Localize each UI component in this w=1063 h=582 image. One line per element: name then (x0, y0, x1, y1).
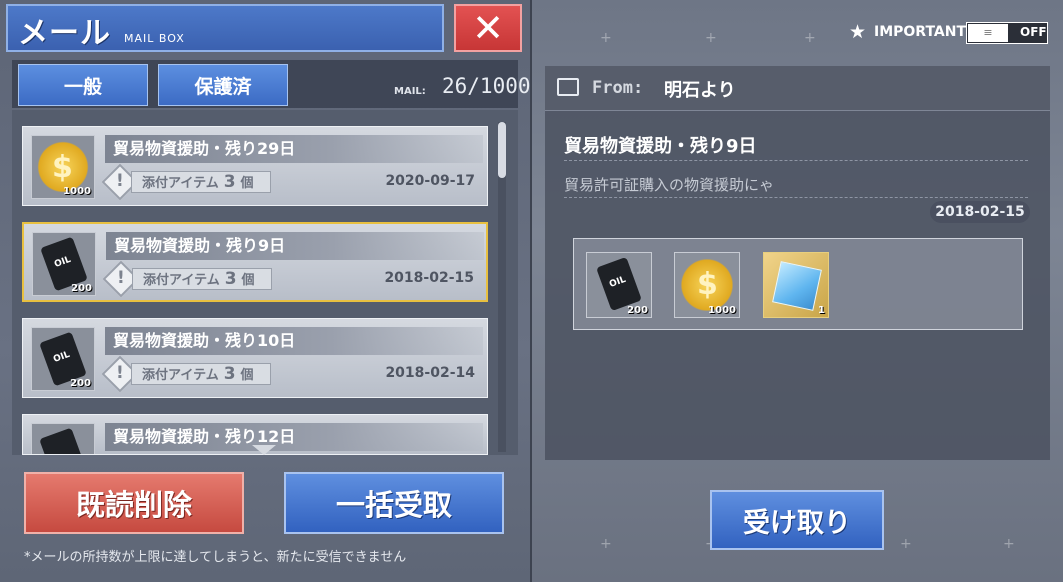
mail-header: メール MAIL BOX (6, 4, 444, 52)
reward-oil-barrel-icon[interactable]: OIL 200 (586, 252, 652, 318)
attachment-info: 添付アイテム 3 個 (131, 171, 271, 193)
exclamation-icon: ! (116, 363, 124, 383)
barrel-shape (39, 427, 87, 454)
bg-plus: + (900, 536, 912, 552)
bg-plus: + (1003, 536, 1015, 552)
claim-button[interactable]: 受け取り (710, 490, 884, 550)
divider (564, 197, 1028, 198)
detail-date: 2018-02-15 (930, 201, 1030, 223)
attachment-info: 添付アイテム 3 個 (132, 268, 272, 290)
cube-shape (772, 261, 822, 311)
mail-title: 貿易物資援助・残り29日 (105, 135, 483, 163)
attach-label: 添付アイテム (143, 273, 220, 288)
attachment-info: 添付アイテム 3 個 (131, 363, 271, 385)
thumb-count: 1000 (63, 186, 91, 197)
barrel-shape: OIL (596, 256, 642, 312)
mail-date: 2018-02-14 (385, 365, 475, 381)
page-subtitle: MAIL BOX (124, 32, 185, 45)
thumb-count: 200 (70, 378, 91, 389)
tab-protected[interactable]: 保護済 (158, 64, 288, 106)
detail-body: 貿易許可証購入の物資援助にゃ (564, 176, 775, 194)
mail-title: 貿易物資援助・残り10日 (105, 327, 483, 355)
reward-count: 200 (627, 305, 648, 316)
oil-text-icon: OIL (608, 274, 628, 290)
mail-item[interactable]: OIL 200 貿易物資援助・残り10日 ! 添付アイテム 3 個 2018-02-… (22, 318, 488, 398)
coin-symbol-icon: $ (52, 150, 73, 185)
attach-unit: 個 (240, 368, 254, 383)
attach-count: 3 (223, 364, 236, 384)
thumb-count: 200 (71, 283, 92, 294)
gold-coin-icon: $ 1000 (31, 135, 95, 199)
bg-plus: + (804, 30, 816, 46)
attach-unit: 個 (240, 176, 254, 191)
mail-title: 貿易物資援助・残り12日 (105, 423, 483, 451)
mail-count: 26/1000 (442, 74, 531, 98)
mail-title: 貿易物資援助・残り9日 (106, 232, 484, 260)
scrollbar-thumb[interactable] (498, 122, 506, 178)
toggle-knob[interactable]: ≡ (968, 24, 1008, 42)
star-icon: ★ (849, 21, 867, 43)
close-button[interactable]: ✕ (454, 4, 522, 52)
reward-count: 1 (818, 305, 825, 316)
attach-count: 3 (223, 172, 236, 192)
oil-barrel-icon: OIL 200 (32, 232, 96, 296)
attach-count: 3 (224, 269, 237, 289)
oil-barrel-icon (31, 423, 95, 454)
from-label: From: (592, 78, 644, 98)
mail-date: 2020-09-17 (385, 173, 475, 189)
attach-label: 添付アイテム (142, 368, 219, 383)
toggle-state: OFF (1020, 25, 1047, 39)
oil-text-icon: OIL (53, 254, 73, 270)
tabs-bar: 一般 保護済 MAIL: 26/1000 (12, 60, 531, 108)
close-icon: ✕ (472, 6, 504, 50)
chat-bubble-icon (557, 78, 579, 96)
mail-item[interactable]: $ 1000 貿易物資援助・残り29日 ! 添付アイテム 3 個 2020-09-1… (22, 126, 488, 206)
delete-read-button[interactable]: 既読削除 (24, 472, 244, 534)
reward-gold-coin-icon[interactable]: $ 1000 (674, 252, 740, 318)
reward-count: 1000 (708, 305, 736, 316)
attach-label: 添付アイテム (142, 176, 219, 191)
important-label: IMPORTANT (874, 24, 967, 40)
mail-item-selected[interactable]: OIL 200 貿易物資援助・残り9日 ! 添付アイテム 3 個 2018-02-1… (22, 222, 488, 302)
detail-title: 貿易物資援助・残り9日 (564, 136, 757, 157)
exclamation-icon: ! (117, 268, 125, 288)
oil-barrel-icon: OIL 200 (31, 327, 95, 391)
mail-date: 2018-02-15 (384, 270, 474, 286)
scroll-down-arrow-icon (252, 445, 276, 455)
reward-blue-cube-icon[interactable]: 1 (763, 252, 829, 318)
bg-plus: + (600, 30, 612, 46)
page-title: メール (18, 16, 111, 51)
coin-symbol-icon: $ (697, 267, 718, 302)
bg-plus: + (705, 30, 717, 46)
exclamation-icon: ! (116, 171, 124, 191)
divider (564, 160, 1028, 161)
attach-unit: 個 (241, 273, 255, 288)
mail-count-label: MAIL: (394, 86, 426, 97)
capacity-note: *メールの所持数が上限に達してしまうと、新たに受信できません (24, 550, 407, 565)
collect-all-button[interactable]: 一括受取 (284, 472, 504, 534)
from-name: 明石より (664, 80, 736, 101)
bg-plus: + (600, 536, 612, 552)
tab-general[interactable]: 一般 (18, 64, 148, 106)
oil-text-icon: OIL (52, 349, 72, 365)
